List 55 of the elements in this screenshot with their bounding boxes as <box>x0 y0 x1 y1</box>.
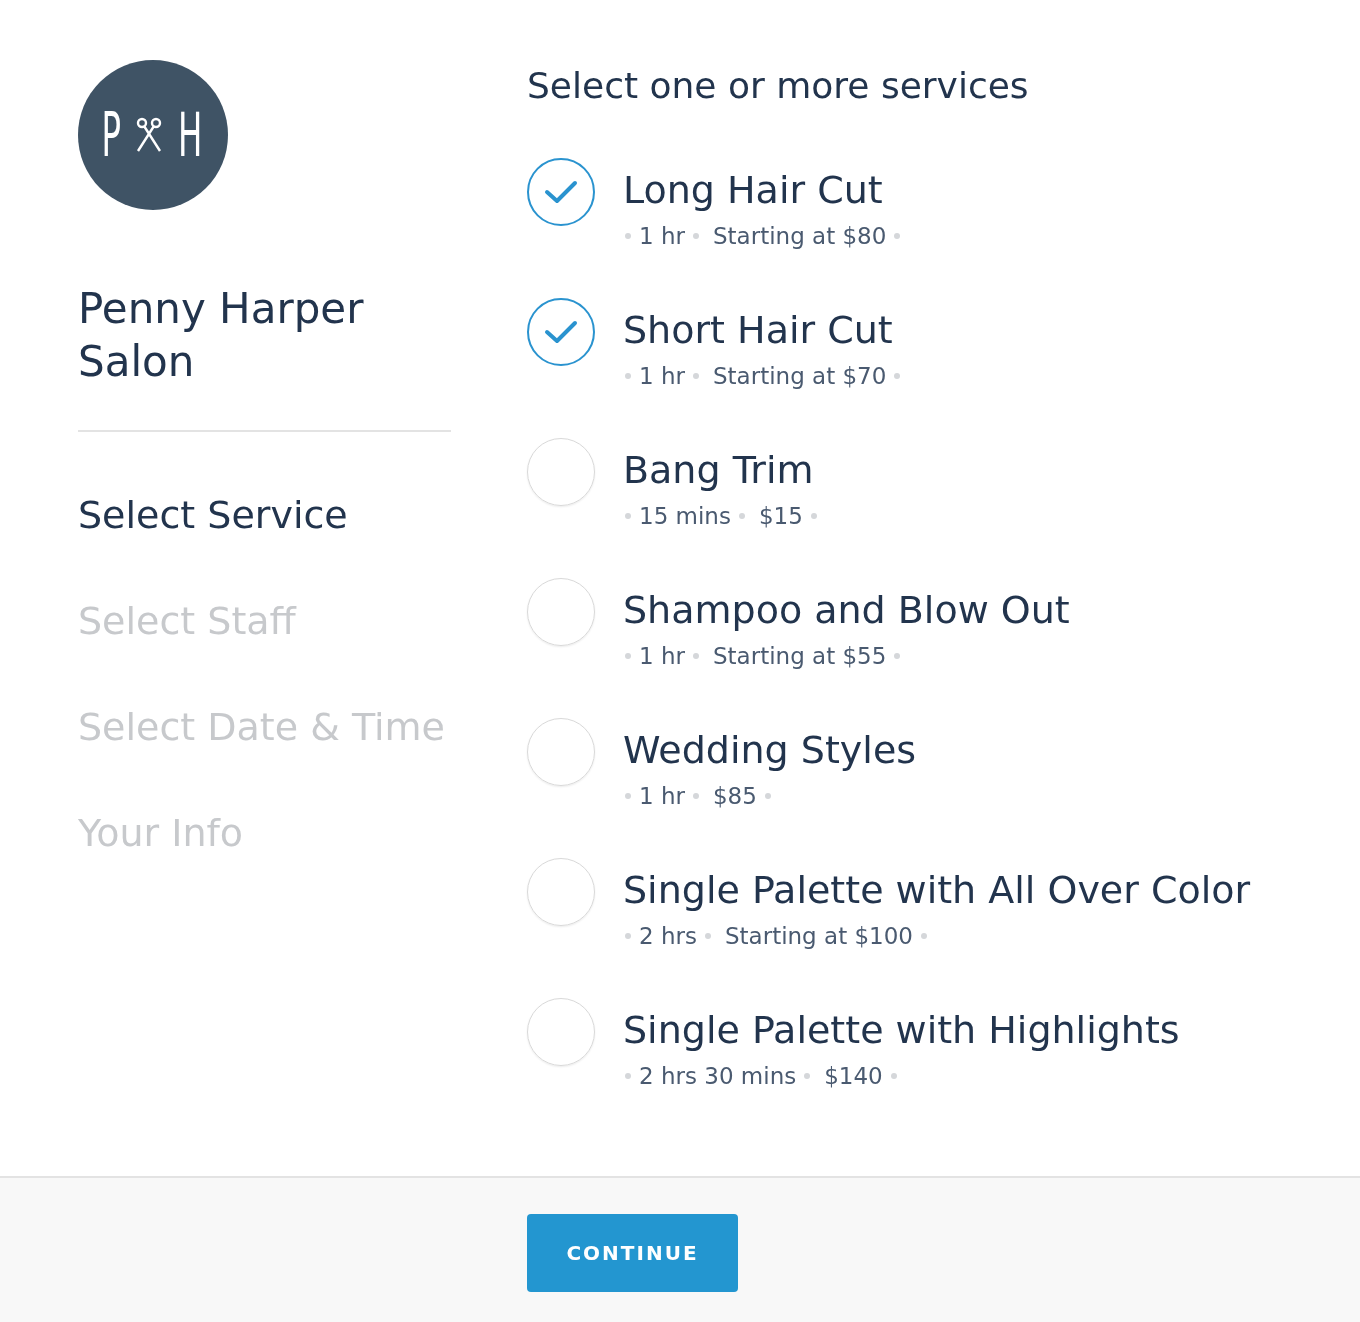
logo-letter: P <box>101 105 122 165</box>
service-price: $140 <box>824 1062 883 1091</box>
service-duration: 15 mins <box>639 502 731 531</box>
check-icon <box>544 319 578 345</box>
dot-icon <box>625 933 631 939</box>
dot-icon <box>625 513 631 519</box>
service-price: Starting at $55 <box>713 642 887 671</box>
step-link[interactable]: Select Service <box>78 462 451 568</box>
dot-icon <box>810 513 817 519</box>
service-duration: 2 hrs 30 mins <box>639 1062 797 1091</box>
dot-icon <box>804 1073 811 1079</box>
logo-letter: H <box>178 105 203 165</box>
step-link[interactable]: Select Date & Time <box>78 674 451 780</box>
page-heading: Select one or more services <box>527 64 1030 108</box>
dot-icon <box>894 373 901 379</box>
dot-icon <box>738 513 745 519</box>
service-name: Shampoo and Blow Out <box>623 587 1070 634</box>
dot-icon <box>764 793 771 799</box>
service-duration: 1 hr <box>639 642 685 671</box>
dot-icon <box>894 233 901 239</box>
dot-icon <box>921 933 927 939</box>
checkbox[interactable] <box>527 298 595 366</box>
dot-icon <box>693 793 699 799</box>
service-duration: 2 hrs <box>639 922 697 951</box>
service-price: Starting at $80 <box>713 222 887 251</box>
continue-button[interactable]: CONTINUE <box>527 1214 738 1292</box>
dot-icon <box>625 1073 631 1079</box>
dot-icon <box>625 793 631 799</box>
service-name: Short Hair Cut <box>623 307 894 354</box>
service-price: $15 <box>758 502 803 531</box>
service-price: Starting at $100 <box>724 922 913 951</box>
dot-icon <box>894 653 901 659</box>
dot-icon <box>704 933 711 939</box>
service-name: Wedding Styles <box>623 727 917 774</box>
service-duration: 1 hr <box>639 222 685 251</box>
dot-icon <box>890 1073 897 1079</box>
service-name: Single Palette with Highlights <box>623 1007 1180 1054</box>
dot-icon <box>693 373 699 379</box>
dot-icon <box>693 233 699 239</box>
service-name: Long Hair Cut <box>623 167 884 214</box>
dot-icon <box>625 373 631 379</box>
dot-icon <box>625 653 631 659</box>
step-link[interactable]: Your Info <box>78 780 451 886</box>
service-name: Bang Trim <box>623 447 815 494</box>
check-icon <box>544 179 578 205</box>
dot-icon <box>693 653 699 659</box>
dot-icon <box>625 233 631 239</box>
step-link[interactable]: Select Staff <box>78 568 451 674</box>
salon-name: Penny Harper Salon <box>78 283 365 388</box>
service-name: Single Palette with All Over Color <box>623 867 1251 914</box>
service-duration: 1 hr <box>639 782 685 811</box>
service-duration: 1 hr <box>639 362 685 391</box>
service-price: $85 <box>713 782 757 811</box>
checkbox[interactable] <box>527 158 595 226</box>
service-price: Starting at $70 <box>713 362 887 391</box>
